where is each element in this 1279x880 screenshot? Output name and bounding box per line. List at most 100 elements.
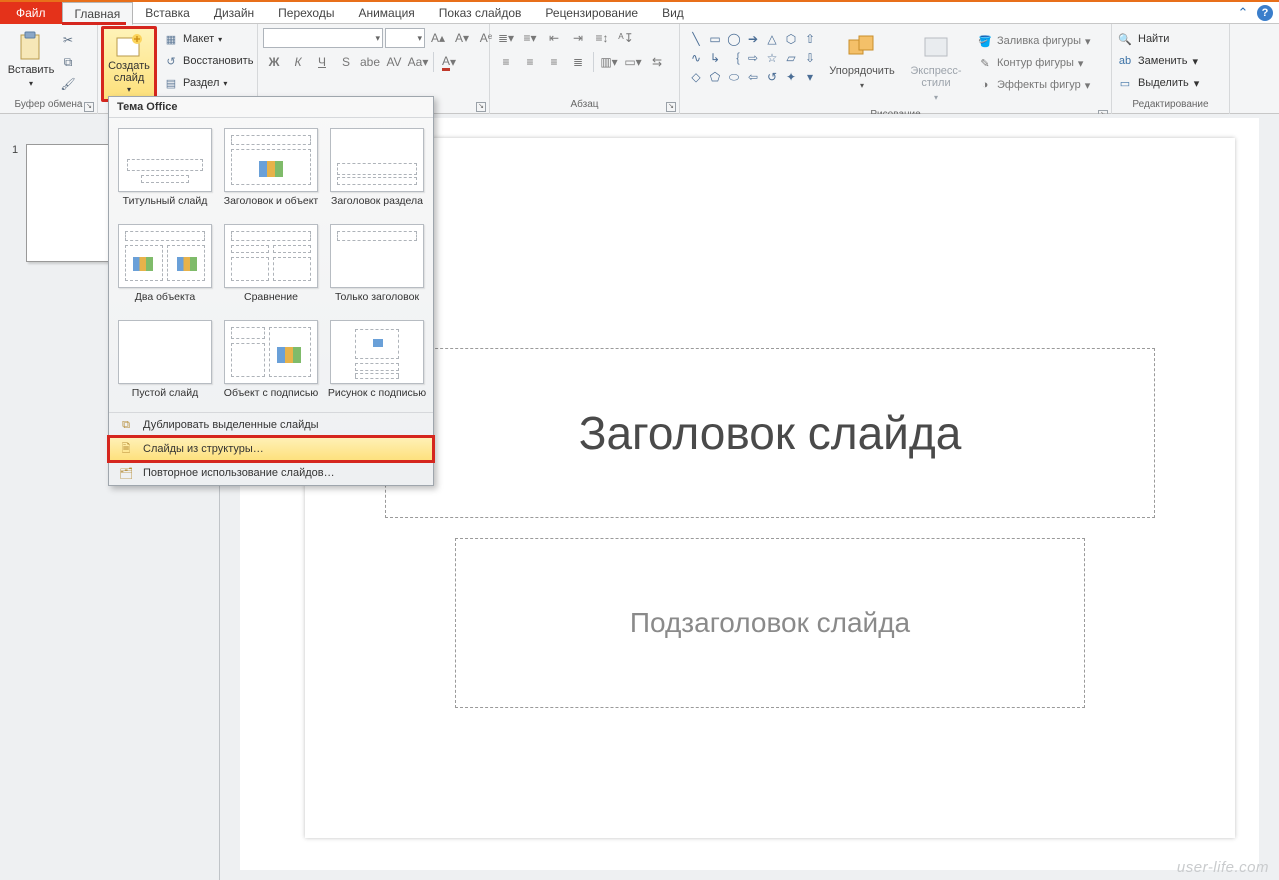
duplicate-slides-item[interactable]: ⧉Дублировать выделенные слайды: [109, 413, 433, 437]
grow-font-icon[interactable]: A▴: [427, 28, 449, 48]
shape-f-icon[interactable]: ✦: [782, 68, 800, 86]
align-center-icon[interactable]: ≡: [519, 52, 541, 72]
shape-conn-icon[interactable]: ↳: [706, 49, 724, 67]
shape-tri-icon[interactable]: △: [763, 30, 781, 48]
columns-icon[interactable]: ▥▾: [598, 52, 620, 72]
change-case-icon[interactable]: Aa▾: [407, 52, 429, 72]
tab-review[interactable]: Рецензирование: [533, 2, 650, 23]
file-tab[interactable]: Файл: [0, 2, 62, 24]
bullets-icon[interactable]: ≣▾: [495, 28, 517, 48]
tab-design[interactable]: Дизайн: [202, 2, 266, 23]
tab-insert[interactable]: Вставка: [133, 2, 202, 23]
find-icon: 🔍: [1117, 31, 1133, 47]
underline-icon[interactable]: Ч: [311, 52, 333, 72]
section-button[interactable]: ▤Раздел ▾: [163, 74, 253, 92]
layout-picture-caption[interactable]: Рисунок с подписью: [327, 316, 427, 410]
shape-b-icon[interactable]: ⬠: [706, 68, 724, 86]
slide-canvas[interactable]: Заголовок слайда Подзаголовок слайда: [305, 138, 1235, 838]
shape-rect-icon[interactable]: ▭: [706, 30, 724, 48]
minimize-ribbon-icon[interactable]: ⌃: [1235, 5, 1251, 21]
help-icon[interactable]: ?: [1257, 5, 1273, 21]
copy-icon[interactable]: ⧉: [59, 54, 77, 70]
justify-icon[interactable]: ≣: [567, 52, 589, 72]
tab-view[interactable]: Вид: [650, 2, 696, 23]
cut-icon[interactable]: ✂: [59, 32, 77, 48]
shape-call-icon[interactable]: ▱: [782, 49, 800, 67]
layout-two-content[interactable]: Два объекта: [115, 220, 215, 314]
layout-comparison[interactable]: Сравнение: [221, 220, 321, 314]
quick-styles-button[interactable]: Экспресс-стили▾: [899, 28, 973, 108]
bold-icon[interactable]: Ж: [263, 52, 285, 72]
shape-brace-icon[interactable]: ｛: [725, 49, 743, 67]
shape-d-icon[interactable]: ⇦: [744, 68, 762, 86]
paste-button[interactable]: Вставить ▾: [5, 28, 57, 92]
layout-section-header[interactable]: Заголовок раздела: [327, 124, 427, 218]
reset-icon: ↺: [163, 54, 179, 68]
indent-dec-icon[interactable]: ⇤: [543, 28, 565, 48]
font-launcher-icon[interactable]: ↘: [476, 102, 486, 112]
shapes-gallery[interactable]: ╲ ▭ ◯ ➔ △ ⬡ ⇧ ∿ ↳ ｛ ⇨ ☆ ▱ ⇩ ◇ ⬠ ⬭ ⇦ ↺ ✦: [685, 28, 825, 90]
select-button[interactable]: ▭Выделить ▾: [1117, 74, 1199, 92]
find-button[interactable]: 🔍Найти: [1117, 30, 1169, 48]
shape-more1-icon[interactable]: ⇧: [801, 30, 819, 48]
layout-blank[interactable]: Пустой слайд: [115, 316, 215, 410]
shape-effects-button[interactable]: ◑Эффекты фигур ▾: [977, 76, 1091, 94]
reuse-slides-item[interactable]: 🗂Повторное использование слайдов…: [109, 461, 433, 485]
duplicate-icon: ⧉: [117, 417, 135, 433]
tab-slideshow[interactable]: Показ слайдов: [427, 2, 534, 23]
layout-title-slide[interactable]: Титульный слайд: [115, 124, 215, 218]
editing-group-label: Редактирование: [1132, 99, 1208, 110]
smartart-icon[interactable]: ⇆: [646, 52, 668, 72]
font-color-icon[interactable]: A▾: [438, 52, 460, 72]
new-slide-button[interactable]: Создать слайд▾: [105, 30, 153, 98]
strike-icon[interactable]: S: [335, 52, 357, 72]
gallery-expand-icon[interactable]: ▾: [801, 68, 819, 86]
layout-button[interactable]: ▦Макет ▾: [163, 30, 253, 48]
font-name-combo[interactable]: [263, 28, 383, 48]
shape-a-icon[interactable]: ◇: [687, 68, 705, 86]
reset-button[interactable]: ↺Восстановить: [163, 52, 253, 70]
layout-title-content[interactable]: Заголовок и объект: [221, 124, 321, 218]
new-slide-label: Создать слайд: [107, 60, 151, 84]
char-spacing-icon[interactable]: AV: [383, 52, 405, 72]
shadow-icon[interactable]: abe: [359, 52, 381, 72]
title-placeholder[interactable]: Заголовок слайда: [385, 348, 1155, 518]
tab-animation[interactable]: Анимация: [346, 2, 426, 23]
align-right-icon[interactable]: ≡: [543, 52, 565, 72]
outline-icon: ✎: [977, 55, 993, 71]
align-text-icon[interactable]: ▭▾: [622, 52, 644, 72]
paragraph-launcher-icon[interactable]: ↘: [666, 102, 676, 112]
slides-from-outline-item[interactable]: 🗎Слайды из структуры…: [109, 437, 433, 461]
watermark: user-life.com: [1177, 859, 1269, 876]
align-left-icon[interactable]: ≡: [495, 52, 517, 72]
shape-arrow-icon[interactable]: ➔: [744, 30, 762, 48]
indent-inc-icon[interactable]: ⇥: [567, 28, 589, 48]
shape-oval-icon[interactable]: ◯: [725, 30, 743, 48]
shape-curve-icon[interactable]: ∿: [687, 49, 705, 67]
shape-c-icon[interactable]: ⬭: [725, 68, 743, 86]
replace-button[interactable]: abЗаменить ▾: [1117, 52, 1198, 70]
shape-outline-button[interactable]: ✎Контур фигуры ▾: [977, 54, 1091, 72]
text-direction-icon[interactable]: ᴬ↧: [615, 28, 637, 48]
font-size-combo[interactable]: [385, 28, 425, 48]
subtitle-placeholder[interactable]: Подзаголовок слайда: [455, 538, 1085, 708]
italic-icon[interactable]: К: [287, 52, 309, 72]
shape-more2-icon[interactable]: ⇩: [801, 49, 819, 67]
shrink-font-icon[interactable]: A▾: [451, 28, 473, 48]
arrange-button[interactable]: Упорядочить▾: [825, 28, 899, 96]
clipboard-launcher-icon[interactable]: ↘: [84, 102, 94, 112]
shape-hex-icon[interactable]: ⬡: [782, 30, 800, 48]
line-spacing-icon[interactable]: ≡↕: [591, 28, 613, 48]
tab-transitions[interactable]: Переходы: [266, 2, 346, 23]
shape-fill-button[interactable]: 🪣Заливка фигуры ▾: [977, 32, 1091, 50]
numbering-icon[interactable]: ≡▾: [519, 28, 541, 48]
format-painter-icon[interactable]: 🖌: [59, 76, 77, 92]
layout-content-caption[interactable]: Объект с подписью: [221, 316, 321, 410]
shape-arrow2-icon[interactable]: ⇨: [744, 49, 762, 67]
shape-e-icon[interactable]: ↺: [763, 68, 781, 86]
shape-line-icon[interactable]: ╲: [687, 30, 705, 48]
shape-star-icon[interactable]: ☆: [763, 49, 781, 67]
layout-title-only[interactable]: Только заголовок: [327, 220, 427, 314]
section-icon: ▤: [163, 76, 179, 90]
group-clipboard: Вставить ▾ ✂ ⧉ 🖌 Буфер обмена↘: [0, 24, 98, 114]
